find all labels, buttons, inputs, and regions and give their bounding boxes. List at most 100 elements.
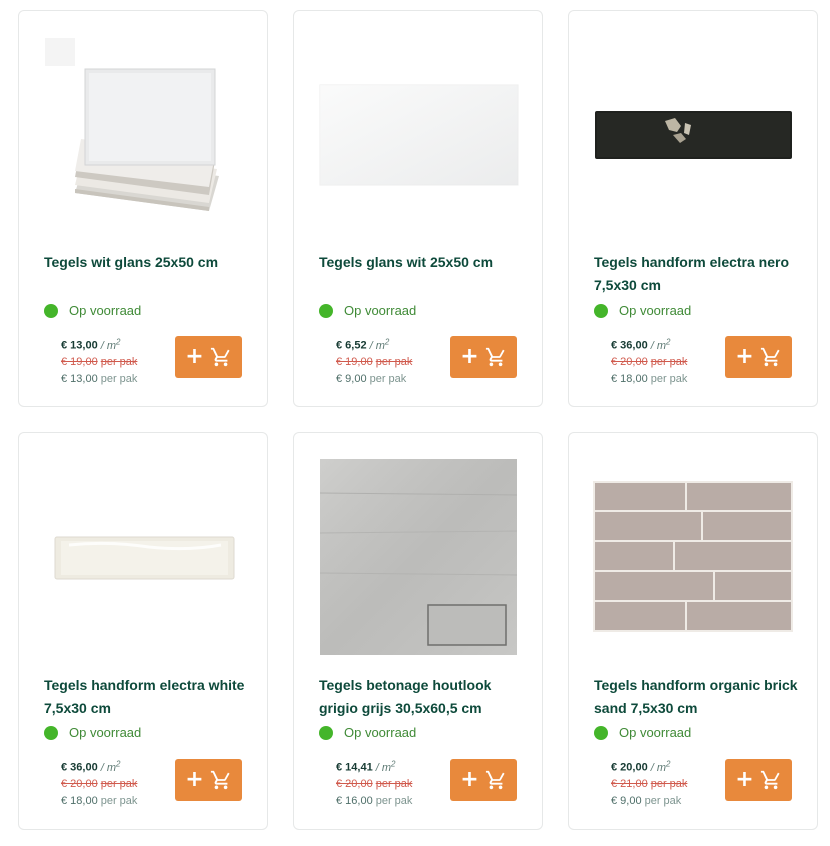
product-card[interactable]: Tegels glans wit 25x50 cm Op voorraad € … — [293, 10, 543, 407]
in-stock-dot-icon — [44, 303, 58, 318]
old-price-value: € 19,00 — [61, 356, 98, 369]
product-title[interactable]: Tegels wit glans 25x50 cm — [44, 251, 249, 274]
add-to-cart-button[interactable]: + — [725, 759, 792, 801]
price-value: € 36,00 — [611, 339, 648, 352]
price-per-m2: € 36,00/ m2 — [61, 756, 137, 776]
product-card[interactable]: Tegels handform electra nero 7,5x30 cm O… — [568, 10, 818, 407]
price-unit: / m2 — [101, 337, 121, 352]
price-unit-sup: 2 — [665, 759, 671, 768]
price-unit-sup: 2 — [115, 759, 121, 768]
in-stock-dot-icon — [594, 303, 608, 318]
product-card[interactable]: Tegels betonage houtlook grigio grijs 30… — [293, 432, 543, 830]
cart-icon — [760, 770, 780, 790]
price-unit-text: / m — [369, 339, 385, 352]
old-price: € 19,00 per pak — [61, 354, 137, 371]
old-price-value: € 19,00 — [336, 356, 373, 369]
pack-price-value: € 13,00 — [61, 372, 98, 385]
old-price: € 20,00 per pak — [611, 354, 687, 371]
price-unit-text: / m — [650, 761, 666, 774]
stock-status: Op voorraad — [44, 303, 141, 318]
price-unit-text: / m — [650, 339, 666, 352]
in-stock-dot-icon — [319, 303, 333, 318]
add-to-cart-button[interactable]: + — [175, 336, 242, 378]
old-price: € 21,00 per pak — [611, 776, 687, 793]
product-card[interactable]: Tegels handform electra white 7,5x30 cm … — [18, 432, 268, 830]
old-price-label: per pak — [650, 778, 688, 791]
stock-label: Op voorraad — [619, 725, 692, 740]
pack-price-label: per pak — [100, 372, 138, 385]
price-value: € 20,00 — [611, 761, 648, 774]
stock-status: Op voorraad — [594, 725, 691, 740]
product-image[interactable] — [294, 11, 542, 236]
stock-status: Op voorraad — [594, 303, 691, 318]
product-title[interactable]: Tegels handform electra nero 7,5x30 cm — [594, 251, 799, 297]
product-title[interactable]: Tegels handform organic brick sand 7,5x3… — [594, 674, 799, 720]
old-price: € 20,00 per pak — [61, 776, 137, 793]
pack-price: € 13,00 per pak — [61, 371, 137, 388]
stock-status: Op voorraad — [319, 725, 416, 740]
add-to-cart-button[interactable]: + — [725, 336, 792, 378]
add-to-cart-button[interactable]: + — [450, 336, 517, 378]
product-card[interactable]: Tegels wit glans 25x50 cm Op voorraad € … — [18, 10, 268, 407]
in-stock-dot-icon — [44, 725, 58, 740]
product-image[interactable] — [569, 433, 817, 658]
stock-status: Op voorraad — [319, 303, 416, 318]
price-unit: / m2 — [369, 337, 390, 352]
old-price-value: € 21,00 — [611, 778, 648, 791]
product-title[interactable]: Tegels betonage houtlook grigio grijs 30… — [319, 674, 524, 720]
old-price-label: per pak — [375, 356, 413, 369]
price-per-m2: € 6,52/ m2 — [336, 334, 412, 354]
old-price-value: € 20,00 — [336, 778, 373, 791]
pack-price-label: per pak — [644, 794, 682, 807]
price-unit-sup: 2 — [665, 337, 671, 346]
stock-label: Op voorraad — [344, 725, 417, 740]
add-to-cart-button[interactable]: + — [175, 759, 242, 801]
cart-icon — [760, 347, 780, 367]
stock-label: Op voorraad — [69, 725, 142, 740]
add-to-cart-button[interactable]: + — [450, 759, 517, 801]
cart-icon — [210, 770, 230, 790]
price-value: € 36,00 — [61, 761, 98, 774]
old-price-value: € 20,00 — [61, 778, 98, 791]
price-unit: / m2 — [101, 759, 121, 774]
old-price: € 19,00 per pak — [336, 354, 412, 371]
price-block: € 36,00/ m2 € 20,00 per pak € 18,00 per pa… — [61, 756, 137, 809]
pack-price-value: € 16,00 — [336, 794, 373, 807]
price-value: € 6,52 — [336, 339, 367, 352]
cart-icon — [485, 347, 505, 367]
price-unit-sup: 2 — [384, 337, 390, 346]
product-card[interactable]: Tegels handform organic brick sand 7,5x3… — [568, 432, 818, 830]
plus-icon: + — [185, 344, 204, 369]
price-value: € 14,41 — [336, 761, 373, 774]
pack-price: € 18,00 per pak — [611, 371, 687, 388]
product-image[interactable] — [294, 433, 542, 658]
pack-price-label: per pak — [369, 372, 407, 385]
price-unit-sup: 2 — [390, 759, 396, 768]
stock-label: Op voorraad — [69, 303, 142, 318]
product-image[interactable] — [19, 433, 267, 658]
price-unit: / m2 — [650, 337, 671, 352]
price-per-m2: € 20,00/ m2 — [611, 756, 687, 776]
price-unit: / m2 — [376, 759, 396, 774]
pack-price-label: per pak — [650, 372, 688, 385]
product-image[interactable] — [569, 11, 817, 236]
price-unit-sup: 2 — [115, 337, 121, 346]
plus-icon: + — [460, 344, 479, 369]
price-per-m2: € 36,00/ m2 — [611, 334, 687, 354]
price-value: € 13,00 — [61, 339, 98, 352]
plus-icon: + — [460, 767, 479, 792]
cart-icon — [210, 347, 230, 367]
old-price-label: per pak — [100, 356, 138, 369]
plus-icon: + — [185, 767, 204, 792]
product-image[interactable] — [19, 11, 267, 236]
stock-label: Op voorraad — [619, 303, 692, 318]
stock-label: Op voorraad — [344, 303, 417, 318]
product-title[interactable]: Tegels glans wit 25x50 cm — [319, 251, 524, 274]
price-per-m2: € 14,41/ m2 — [336, 756, 412, 776]
price-block: € 20,00/ m2 € 21,00 per pak € 9,00 per pak — [611, 756, 687, 809]
price-block: € 36,00/ m2 € 20,00 per pak € 18,00 per pa… — [611, 334, 687, 387]
product-title[interactable]: Tegels handform electra white 7,5x30 cm — [44, 674, 249, 720]
old-price-label: per pak — [650, 356, 688, 369]
price-block: € 6,52/ m2 € 19,00 per pak € 9,00 per pak — [336, 334, 412, 387]
pack-price-label: per pak — [375, 794, 413, 807]
